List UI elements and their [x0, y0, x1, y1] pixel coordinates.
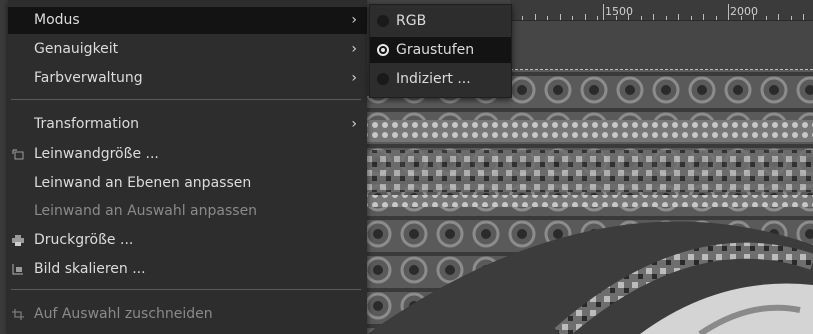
menu-item-leinwand-an-ebenen[interactable]: Leinwand an Ebenen anpassen	[8, 170, 367, 197]
submenu-item-rgb[interactable]: RGB	[370, 8, 511, 34]
submenu-item-indiziert[interactable]: Indiziert ...	[370, 66, 511, 92]
menu-item-label: Druckgröße ...	[34, 232, 134, 248]
selection-marching-ants	[510, 69, 813, 70]
menu-item-druckgroesse[interactable]: Druckgröße ...	[8, 227, 367, 254]
crop-icon	[12, 309, 24, 320]
radio-selected-icon	[377, 44, 389, 56]
menu-item-label: Farbverwaltung	[34, 70, 143, 86]
menu-item-label: Leinwand an Auswahl anpassen	[34, 203, 258, 219]
chevron-right-icon: ›	[351, 70, 357, 86]
chevron-right-icon: ›	[351, 12, 357, 28]
menu-item-leinwand-an-auswahl: Leinwand an Auswahl anpassen	[8, 198, 367, 225]
submenu-item-graustufen[interactable]: Graustufen	[370, 37, 511, 63]
menu-item-label: Leinwandgröße ...	[34, 146, 159, 162]
horizontal-ruler: 1500 2000	[510, 0, 813, 21]
menu-item-label: Transformation	[34, 116, 140, 132]
vertical-ruler	[0, 0, 8, 334]
mode-submenu: RGB Graustufen Indiziert ...	[369, 4, 512, 98]
submenu-item-label: Indiziert ...	[396, 71, 471, 87]
menu-separator	[11, 99, 361, 100]
canvas-size-icon	[12, 149, 24, 160]
menu-item-bild-skalieren[interactable]: Bild skalieren ...	[8, 256, 367, 283]
radio-unselected-icon	[377, 15, 389, 27]
menu-item-modus[interactable]: Modus ›	[8, 7, 367, 34]
submenu-item-label: RGB	[396, 13, 427, 29]
submenu-item-label: Graustufen	[396, 42, 475, 58]
menu-item-label: Bild skalieren ...	[34, 261, 146, 277]
menu-item-label: Leinwand an Ebenen anpassen	[34, 175, 252, 191]
menu-separator	[11, 289, 361, 290]
menu-item-leinwandgroesse[interactable]: Leinwandgröße ...	[8, 141, 367, 168]
chevron-right-icon: ›	[351, 116, 357, 132]
chevron-right-icon: ›	[351, 41, 357, 57]
scale-image-icon	[12, 264, 23, 275]
image-menu: Modus › Genauigkeit › Farbverwaltung › T…	[8, 0, 367, 334]
menu-item-auf-auswahl-zuschneiden: Auf Auswahl zuschneiden	[8, 301, 367, 328]
printer-icon	[12, 235, 24, 246]
menu-item-label: Modus	[34, 12, 80, 28]
radio-unselected-icon	[377, 73, 389, 85]
ruler-ticks	[510, 4, 804, 20]
menu-item-label: Auf Auswahl zuschneiden	[34, 306, 213, 322]
menu-item-farbverwaltung[interactable]: Farbverwaltung ›	[8, 65, 367, 92]
menu-item-transformation[interactable]: Transformation ›	[8, 111, 367, 138]
menu-item-label: Genauigkeit	[34, 41, 119, 57]
menu-item-genauigkeit[interactable]: Genauigkeit ›	[8, 36, 367, 63]
